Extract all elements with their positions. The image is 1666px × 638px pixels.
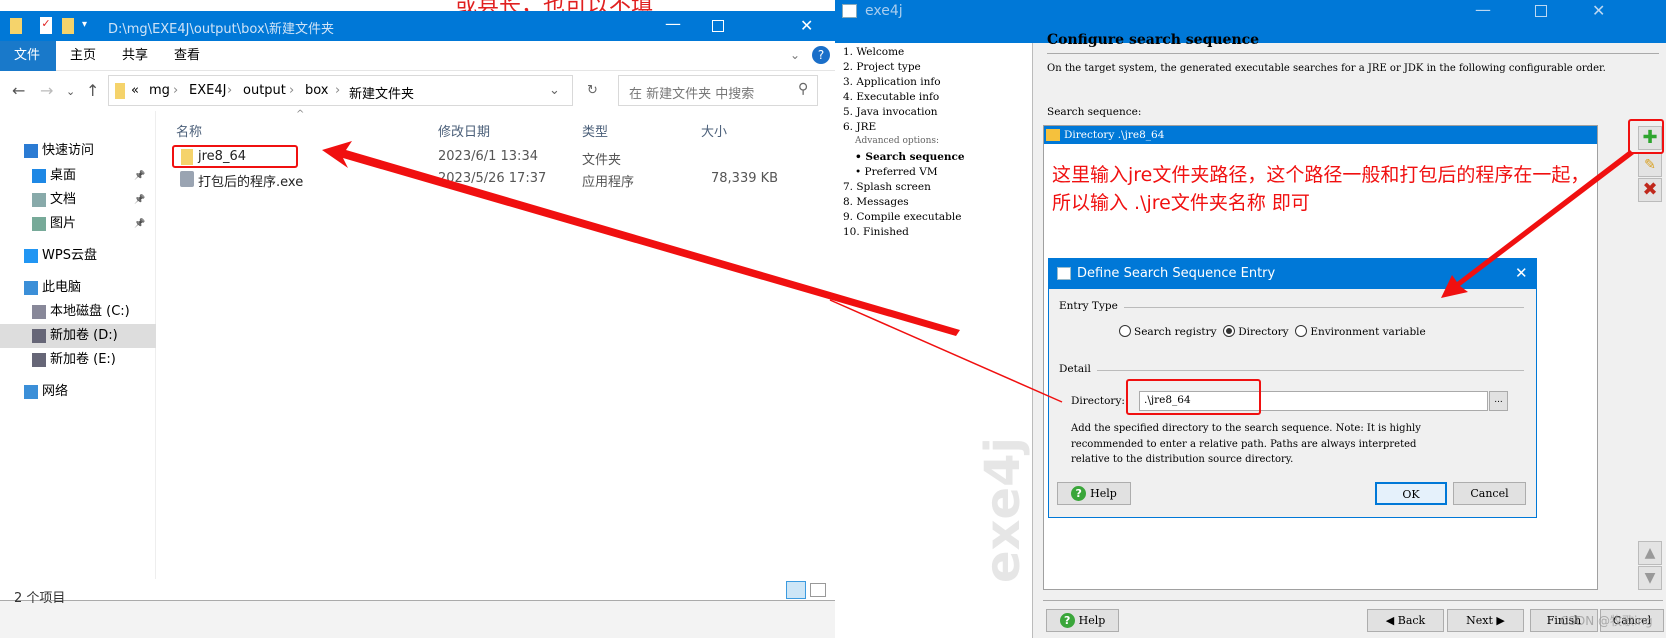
arrow-line-to-directory: [829, 299, 1063, 403]
arrow-to-dialog: [1441, 150, 1634, 298]
annotation-arrows: [322, 141, 1634, 403]
arrow-to-folder: [322, 141, 960, 336]
